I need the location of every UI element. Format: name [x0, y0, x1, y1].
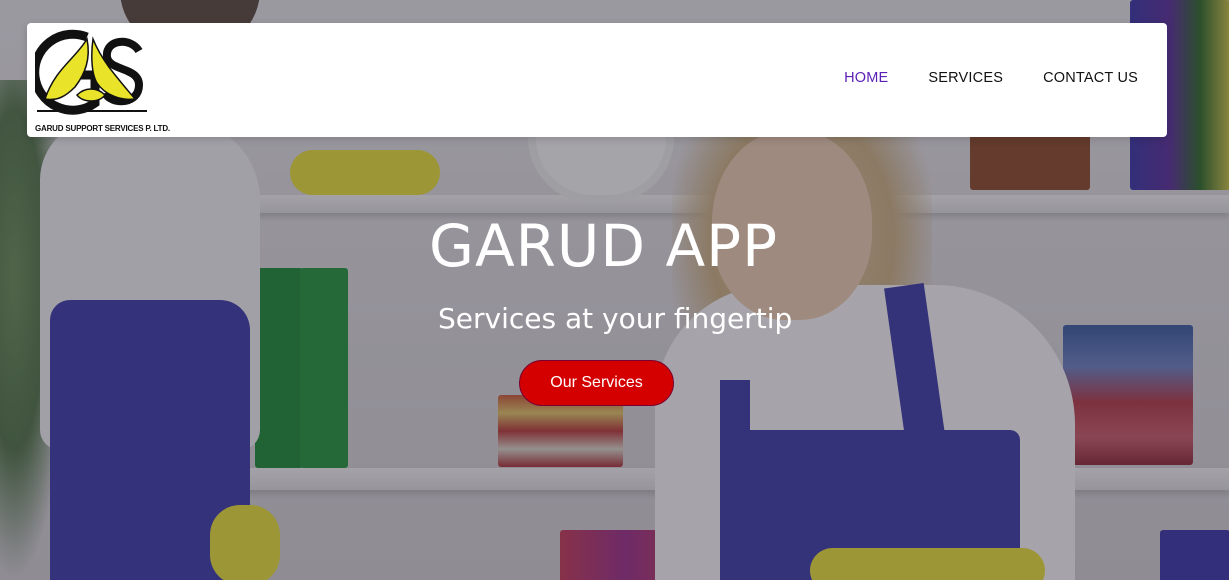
nav-menu: HOME SERVICES CONTACT US [844, 70, 1138, 86]
logo-caption: GARUD SUPPORT SERVICES P. LTD. [35, 124, 170, 133]
hero-subtitle: Services at your fingertip [438, 302, 793, 335]
garud-eagle-logo-icon [35, 29, 147, 115]
hero-section: GARUD SUPPORT SERVICES P. LTD. HOME SERV… [0, 0, 1229, 580]
nav-home-link[interactable]: HOME [844, 70, 888, 86]
nav-contact-us-link[interactable]: CONTACT US [1043, 70, 1138, 86]
navbar: GARUD SUPPORT SERVICES P. LTD. HOME SERV… [27, 23, 1167, 137]
hero-title: GARUD APP [429, 212, 779, 280]
our-services-button[interactable]: Our Services [519, 360, 674, 406]
garud-logo[interactable]: GARUD SUPPORT SERVICES P. LTD. [35, 29, 170, 133]
nav-services-link[interactable]: SERVICES [928, 70, 1003, 86]
